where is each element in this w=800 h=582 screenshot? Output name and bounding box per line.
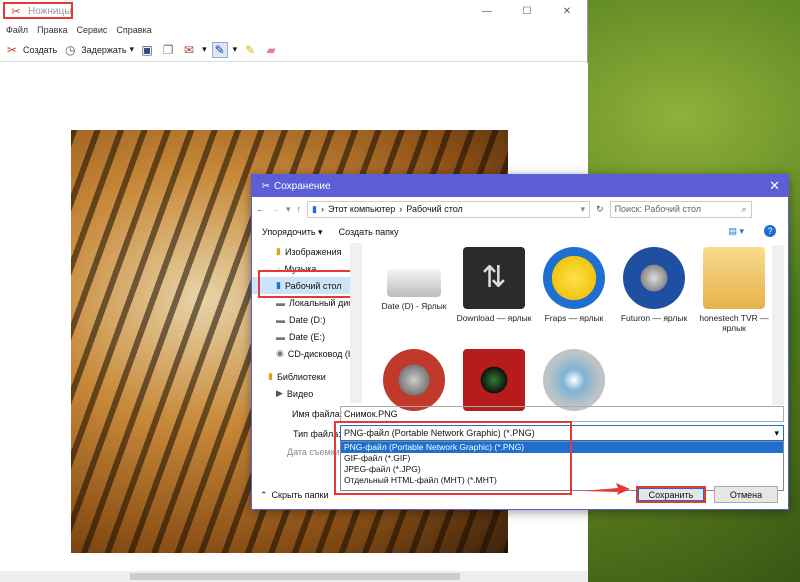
- refresh-icon[interactable]: ↻: [596, 204, 604, 215]
- chevron-down-icon[interactable]: ▾: [581, 204, 590, 215]
- drive-icon: ▬: [276, 297, 285, 308]
- chevron-down-icon[interactable]: ▾: [202, 44, 207, 55]
- download-icon: ⇅: [463, 247, 525, 309]
- chevron-down-icon[interactable]: ▾: [286, 204, 291, 215]
- filename-input[interactable]: Снимок.PNG: [340, 406, 784, 422]
- horizontal-scrollbar[interactable]: [0, 571, 588, 582]
- navigation-pane: ▮ Изображения ♪ Музыка ▮ Рабочий стол ▬ …: [252, 243, 362, 406]
- file-item[interactable]: Fraps — ярлык: [534, 247, 614, 323]
- file-item[interactable]: Futuron — ярлык: [614, 247, 694, 323]
- search-placeholder: Поиск: Рабочий стол: [614, 204, 702, 214]
- chevron-down-icon: ▾: [129, 44, 135, 54]
- maximize-button[interactable]: ☐: [507, 0, 547, 22]
- cd-icon: ◉: [276, 348, 284, 358]
- arrow-annotation-icon: [582, 483, 630, 495]
- nav-scrollbar[interactable]: [350, 243, 362, 403]
- nav-item-pictures[interactable]: ▮ Изображения: [252, 243, 362, 260]
- nav-item-drive-e[interactable]: ▬ Date (E:): [252, 328, 362, 345]
- send-icon[interactable]: ✉: [181, 42, 197, 58]
- camera-icon: [463, 349, 525, 411]
- search-input[interactable]: Поиск: Рабочий стол ⌕: [609, 200, 752, 218]
- chevron-down-icon: ▾: [774, 427, 779, 438]
- view-icon[interactable]: ▤ ▾: [728, 226, 744, 237]
- scrollbar-thumb[interactable]: [130, 573, 460, 580]
- file-item[interactable]: ⇅ Download — ярлык: [454, 247, 534, 323]
- nav-item-libraries[interactable]: ▮ Библиотеки: [252, 368, 362, 385]
- menu-file[interactable]: Файл: [6, 25, 28, 35]
- command-bar: Упорядочить ▾ Создать папку ▤ ▾ ?: [252, 221, 788, 243]
- file-list: Date (D) - Ярлык ⇅ Download — ярлык Frap…: [374, 247, 774, 411]
- address-bar[interactable]: ▮ › Этот компьютер › Рабочий стол ▾: [307, 200, 591, 218]
- minimize-button[interactable]: —: [467, 0, 507, 22]
- menu-help[interactable]: Справка: [116, 25, 151, 35]
- eraser-icon[interactable]: ▰: [263, 42, 279, 58]
- highlighter-icon[interactable]: ✎: [242, 42, 258, 58]
- save-button[interactable]: Сохранить: [636, 486, 706, 503]
- pen-icon[interactable]: ✎: [211, 41, 228, 58]
- menu-edit[interactable]: Правка: [37, 25, 67, 35]
- breadcrumb-desktop[interactable]: Рабочий стол: [406, 204, 463, 214]
- clock-icon: ◷: [64, 42, 76, 57]
- folder-icon: [703, 247, 765, 309]
- highlight-box-filetype: [334, 421, 572, 495]
- highlight-box-title: [3, 2, 73, 19]
- new-folder-button[interactable]: Создать папку: [339, 227, 399, 237]
- back-icon[interactable]: ←: [256, 204, 265, 214]
- snip-titlebar: ✂ Ножницы — ☐ ✕: [0, 0, 587, 22]
- futuron-icon: [623, 247, 685, 309]
- file-item[interactable]: honestech TVR — ярлык: [694, 247, 774, 333]
- drive-icon: [387, 269, 441, 297]
- files-scrollbar[interactable]: [772, 245, 784, 405]
- close-button[interactable]: ✕: [547, 0, 587, 22]
- video-icon: ▶: [276, 388, 283, 398]
- up-icon[interactable]: ↑: [297, 204, 302, 214]
- organize-button[interactable]: Упорядочить ▾: [262, 227, 323, 238]
- breadcrumb-computer[interactable]: Этот компьютер: [328, 204, 395, 214]
- delay-button[interactable]: ◷ Задержать ▾: [62, 42, 134, 58]
- hide-folders-button[interactable]: ⌃ Скрыть папки: [260, 490, 329, 501]
- library-icon: ▮: [268, 371, 273, 381]
- highlight-box-desktop: [258, 270, 355, 298]
- filename-label: Имя файла:: [292, 409, 343, 419]
- dialog-title: Сохранение: [274, 180, 331, 192]
- address-bar-row: ← → ▾ ↑ ▮ › Этот компьютер › Рабочий сто…: [252, 197, 788, 221]
- film-icon: [383, 349, 445, 411]
- nav-item-drive-d[interactable]: ▬ Date (D:): [252, 311, 362, 328]
- snip-toolbar: ✂ Создать ◷ Задержать ▾ ▣ ❐ ✉ ▾ ✎ ▾ ✎ ▰: [0, 38, 587, 62]
- chevron-up-icon: ⌃: [260, 490, 268, 500]
- verbatim-icon: [543, 349, 605, 411]
- copy-icon[interactable]: ❐: [160, 42, 176, 58]
- help-icon[interactable]: ?: [764, 225, 776, 237]
- chevron-down-icon[interactable]: ▾: [233, 44, 238, 55]
- folder-icon: ▮: [312, 203, 317, 214]
- dialog-close-button[interactable]: ✕: [769, 178, 780, 194]
- menu-tools[interactable]: Сервис: [77, 25, 108, 35]
- scissors-icon: ✂: [261, 180, 271, 192]
- cancel-button[interactable]: Отмена: [714, 486, 778, 503]
- pictures-icon: ▮: [276, 246, 281, 256]
- save-dialog: ✂ Сохранение ✕ ← → ▾ ↑ ▮ › Этот компьюте…: [251, 174, 789, 510]
- scissors-icon: ✂: [6, 42, 18, 57]
- save-icon[interactable]: ▣: [139, 42, 155, 58]
- new-snip-label: Создать: [23, 44, 58, 55]
- file-item[interactable]: Date (D) - Ярлык: [374, 247, 454, 311]
- snip-menubar: Файл Правка Сервис Справка: [0, 22, 587, 38]
- dialog-titlebar: ✂ Сохранение ✕: [252, 175, 788, 197]
- nav-item-cd[interactable]: ◉ CD-дисковод (H: [252, 345, 362, 362]
- search-icon: ⌕: [741, 203, 747, 214]
- drive-icon: ▬: [276, 314, 285, 325]
- drive-icon: ▬: [276, 331, 285, 342]
- delay-label: Задержать: [81, 44, 127, 55]
- forward-icon[interactable]: →: [271, 204, 280, 214]
- new-snip-button[interactable]: ✂ Создать: [4, 42, 57, 58]
- nav-item-video[interactable]: ▶ Видео: [252, 385, 362, 402]
- fraps-icon: [543, 247, 605, 309]
